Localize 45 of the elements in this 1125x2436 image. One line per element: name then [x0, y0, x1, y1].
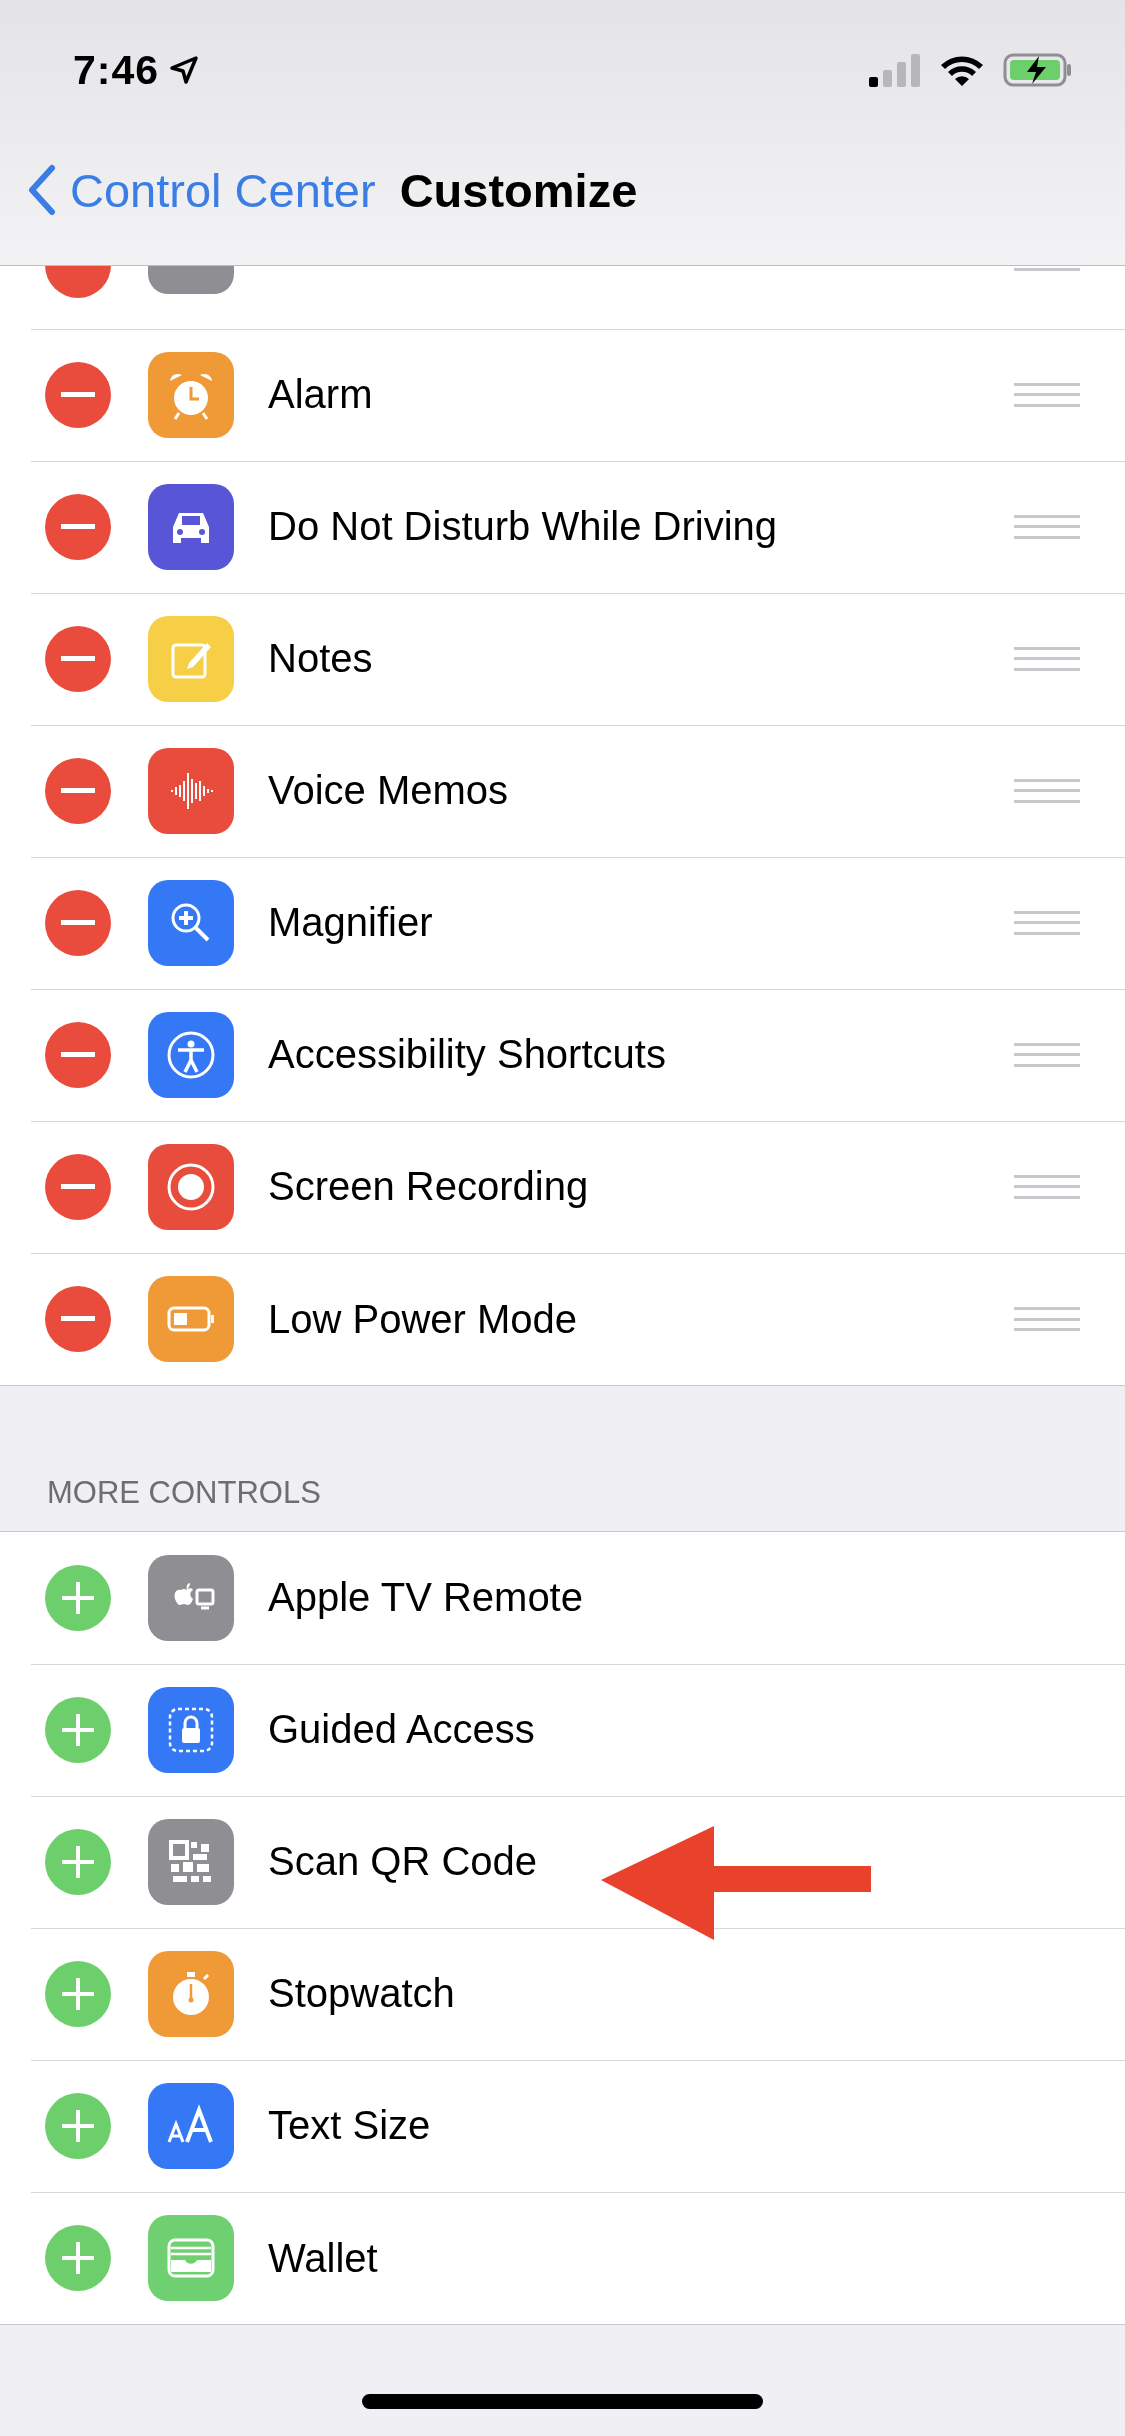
- reorder-handle[interactable]: [1014, 646, 1080, 671]
- reorder-handle[interactable]: [1014, 267, 1080, 271]
- signal-icon: [869, 53, 921, 87]
- reorder-handle[interactable]: [1014, 1174, 1080, 1199]
- reorder-handle[interactable]: [1014, 778, 1080, 803]
- chevron-left-icon: [26, 164, 56, 216]
- control-label: Stopwatch: [268, 1971, 456, 2016]
- minus-icon: [61, 523, 95, 530]
- control-label: Voice Memos: [268, 768, 510, 813]
- control-label: Guided Access: [268, 1707, 536, 1752]
- reorder-handle[interactable]: [1014, 382, 1080, 407]
- minus-icon: [61, 1183, 95, 1190]
- minus-icon: [61, 1316, 95, 1322]
- plus-icon: [60, 1711, 96, 1748]
- section-header: MORE CONTROLS: [47, 1475, 321, 1511]
- location-arrow-icon: [169, 55, 200, 85]
- reorder-handle[interactable]: [1014, 514, 1080, 539]
- wifi-icon: [939, 53, 985, 87]
- control-label: Scan QR Code: [268, 1839, 539, 1884]
- control-label: Alarm: [268, 372, 374, 417]
- reorder-handle[interactable]: [1014, 1042, 1080, 1067]
- minus-icon: [61, 391, 95, 398]
- minus-icon: [61, 919, 95, 926]
- plus-icon: [60, 1843, 96, 1880]
- minus-icon: [61, 655, 95, 662]
- plus-icon: [60, 1975, 96, 2012]
- reorder-handle[interactable]: [1014, 910, 1080, 935]
- control-label: Wallet: [268, 2235, 379, 2281]
- control-label: Low Power Mode: [268, 1296, 579, 1342]
- minus-icon: [61, 787, 95, 794]
- control-label: Apple TV Remote: [268, 1575, 584, 1620]
- control-label: Accessibility Shortcuts: [268, 1032, 667, 1077]
- battery-charging-icon: [1003, 52, 1073, 88]
- page-title: Customize: [399, 162, 638, 218]
- control-label: Magnifier: [268, 900, 434, 945]
- plus-icon: [60, 2240, 96, 2276]
- control-label: Notes: [268, 636, 374, 681]
- status-time: 7:46: [73, 46, 160, 94]
- plus-icon: [60, 2107, 96, 2144]
- minus-icon: [61, 1051, 95, 1058]
- control-label: Do Not Disturb While Driving: [268, 504, 779, 549]
- reorder-handle[interactable]: [1014, 1307, 1080, 1331]
- control-label: Screen Recording: [268, 1164, 590, 1209]
- plus-icon: [60, 1579, 96, 1616]
- control-label: Text Size: [268, 2103, 432, 2148]
